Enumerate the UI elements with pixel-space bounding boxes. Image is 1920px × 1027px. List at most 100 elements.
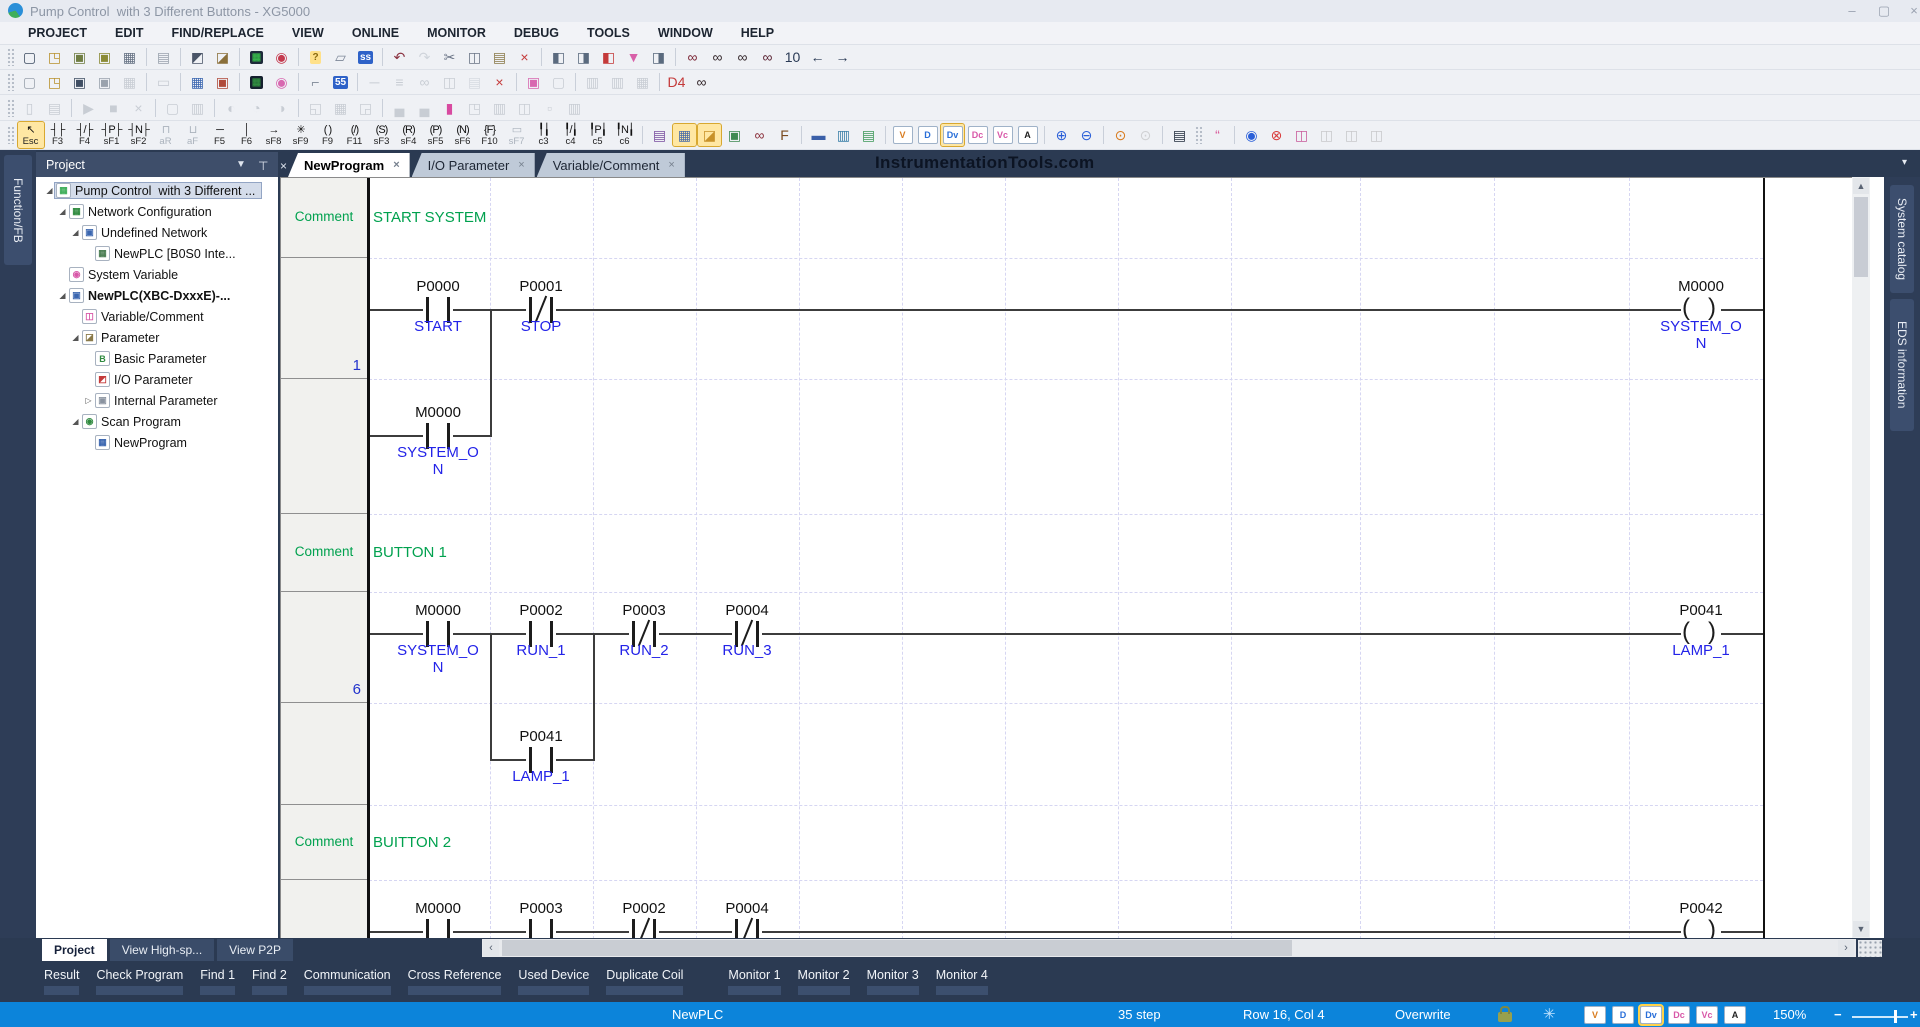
- menu-edit[interactable]: EDIT: [101, 22, 157, 45]
- bookmark-next-icon[interactable]: ◫: [1365, 124, 1388, 146]
- zoom-slider[interactable]: [1852, 1016, 1908, 1018]
- bottom-tab-view-p2p[interactable]: View P2P: [217, 939, 293, 961]
- zoom-out-icon[interactable]: ⊖: [1075, 124, 1098, 146]
- compare-contact-4-button[interactable]: ╿N╽c6: [612, 122, 638, 148]
- horizontal-scroll-thumb[interactable]: [502, 940, 1292, 956]
- font-icon[interactable]: F: [773, 124, 796, 146]
- ruler-icon[interactable]: ▤: [857, 124, 880, 146]
- run-d-icon[interactable]: D4: [665, 71, 688, 93]
- stop-icon[interactable]: ■: [102, 97, 125, 119]
- tree-item-parameter[interactable]: ◢◪Parameter: [36, 327, 278, 348]
- menu-monitor[interactable]: MONITOR: [413, 22, 500, 45]
- panel-close-icon[interactable]: ×: [280, 159, 287, 173]
- status-view-d-icon[interactable]: D: [1612, 1006, 1634, 1024]
- connect-icon[interactable]: ▯: [18, 97, 41, 119]
- compare-contact-1-button[interactable]: ╿╽c3: [531, 122, 557, 148]
- output-tab-communication[interactable]: Communication: [304, 968, 391, 995]
- ladder-editor-canvas[interactable]: CommentSTART SYSTEM1CommentBUTTON 16Comm…: [280, 177, 1853, 939]
- level-tool-icon[interactable]: ≡: [388, 71, 411, 93]
- tree-expander-icon[interactable]: ◢: [70, 228, 81, 237]
- output-tab-cross-reference[interactable]: Cross Reference: [408, 968, 502, 995]
- closed-contact-button[interactable]: ┤/├F4: [72, 122, 98, 148]
- page-shift-icon[interactable]: ◳: [463, 97, 486, 119]
- doc-tab-i-o-parameter[interactable]: I/O Parameter×: [412, 153, 535, 177]
- scroll-up-icon[interactable]: ▲: [1853, 178, 1869, 194]
- panel-collapse-icon[interactable]: ▼: [236, 159, 246, 170]
- tree-item-undefined-network[interactable]: ◢▣Undefined Network: [36, 222, 278, 243]
- tree-item-system-variable[interactable]: ◉System Variable: [36, 264, 278, 285]
- print-icon[interactable]: ▦: [118, 46, 141, 68]
- cancel-icon[interactable]: ×: [127, 97, 150, 119]
- delete-line-button[interactable]: ✳sF9: [288, 122, 314, 148]
- run-m-icon[interactable]: ∞: [690, 71, 713, 93]
- rung-comment-text[interactable]: BUTTON 1: [373, 544, 447, 561]
- status-overwrite-mode[interactable]: Overwrite: [1395, 1007, 1451, 1022]
- compare-contact-2-button[interactable]: ╿/╽c4: [558, 122, 584, 148]
- copy-pages-icon[interactable]: ▱: [329, 46, 352, 68]
- output-tab-result[interactable]: Result: [44, 968, 79, 995]
- output-tab-check-program[interactable]: Check Program: [96, 968, 183, 995]
- menu-debug[interactable]: DEBUG: [500, 22, 573, 45]
- extended-function-button[interactable]: ▭sF7: [504, 122, 530, 148]
- write-tool-icon[interactable]: ▣: [211, 71, 234, 93]
- find-next-icon[interactable]: ∞: [706, 46, 729, 68]
- open-contact-button[interactable]: ┤├F3: [45, 122, 71, 148]
- negative-contact-button[interactable]: ┤N├sF2: [126, 122, 152, 148]
- closed-coil-button[interactable]: (/)F11: [342, 122, 368, 148]
- dash-tool-icon[interactable]: ─: [363, 71, 386, 93]
- find-device-icon[interactable]: ∞: [731, 46, 754, 68]
- rising-edge-button[interactable]: ⊓aR: [153, 122, 179, 148]
- positive-contact-button[interactable]: ┤P├sF1: [99, 122, 125, 148]
- compare-grid-icon[interactable]: ▦: [329, 97, 352, 119]
- open-project-icon[interactable]: ◳: [43, 46, 66, 68]
- zoom-slider-handle[interactable]: [1894, 1010, 1897, 1023]
- tree-expander-icon[interactable]: ◢: [70, 333, 81, 342]
- delete-2-icon[interactable]: ×: [488, 71, 511, 93]
- view-d-icon[interactable]: D: [916, 124, 939, 146]
- doc-tab-newprogram[interactable]: NewProgram×: [288, 153, 410, 177]
- mode-ring-icon[interactable]: ◉: [270, 46, 293, 68]
- cabinet-icon[interactable]: ▥: [488, 97, 511, 119]
- pull-up-icon[interactable]: ◨: [647, 46, 670, 68]
- undo-icon[interactable]: ↶: [388, 46, 411, 68]
- output-tab-monitor-4[interactable]: Monitor 4: [936, 968, 988, 995]
- bookmark-clear-icon[interactable]: ◫: [1315, 124, 1338, 146]
- view-v-icon[interactable]: V: [891, 124, 914, 146]
- panel-pin-icon[interactable]: ⊤: [258, 159, 268, 173]
- menu-online[interactable]: ONLINE: [338, 22, 413, 45]
- save-disk-icon[interactable]: ▣: [93, 71, 116, 93]
- close-button[interactable]: ×: [1902, 3, 1920, 18]
- instruction-list-icon[interactable]: ▤: [648, 124, 671, 146]
- edit-online-icon[interactable]: ◐: [220, 97, 243, 119]
- tab-eds-information[interactable]: EDS information: [1890, 299, 1914, 431]
- save-all-icon[interactable]: ▣: [93, 46, 116, 68]
- scroll-left-icon[interactable]: ‹: [483, 940, 499, 956]
- write-clock-icon[interactable]: ◔: [245, 97, 268, 119]
- module-icon[interactable]: ▢: [547, 71, 570, 93]
- copy-icon[interactable]: ◫: [463, 46, 486, 68]
- view-dv-icon[interactable]: Dv: [941, 124, 964, 146]
- zoom-in-icon[interactable]: ⊕: [1050, 124, 1073, 146]
- base-b-icon[interactable]: ▄: [413, 97, 436, 119]
- status-view-v-icon[interactable]: V: [1584, 1006, 1606, 1024]
- status-view-dc-icon[interactable]: Dc: [1668, 1006, 1690, 1024]
- output-tab-monitor-1[interactable]: Monitor 1: [728, 968, 780, 995]
- reset-coil-button[interactable]: (R)sF4: [396, 122, 422, 148]
- mail-icon[interactable]: ▭: [152, 71, 175, 93]
- push-down-icon[interactable]: ▼: [622, 46, 645, 68]
- status-view-dv-icon[interactable]: Dv: [1640, 1006, 1662, 1024]
- check-program-icon[interactable]: ◉: [1240, 124, 1263, 146]
- import-tool-icon[interactable]: ◩: [186, 46, 209, 68]
- comment-bubble-icon[interactable]: “: [1206, 124, 1229, 146]
- rung-comment-text[interactable]: START SYSTEM: [373, 209, 486, 226]
- pink-module-icon[interactable]: ▣: [522, 71, 545, 93]
- output-tab-find-1[interactable]: Find 1: [200, 968, 235, 995]
- tree-expander-icon[interactable]: ◢: [57, 207, 68, 216]
- resize-grip[interactable]: [1858, 940, 1882, 957]
- connection-line-button[interactable]: →sF8: [261, 122, 287, 148]
- tree-item-internal-parameter[interactable]: ▷▣Internal Parameter: [36, 390, 278, 411]
- dual-monitor-icon[interactable]: ◫: [438, 71, 461, 93]
- slot-a-icon[interactable]: ▥: [581, 71, 604, 93]
- tree-item-newprogram[interactable]: ▦NewProgram: [36, 432, 278, 453]
- maximize-button[interactable]: ▢: [1872, 3, 1896, 19]
